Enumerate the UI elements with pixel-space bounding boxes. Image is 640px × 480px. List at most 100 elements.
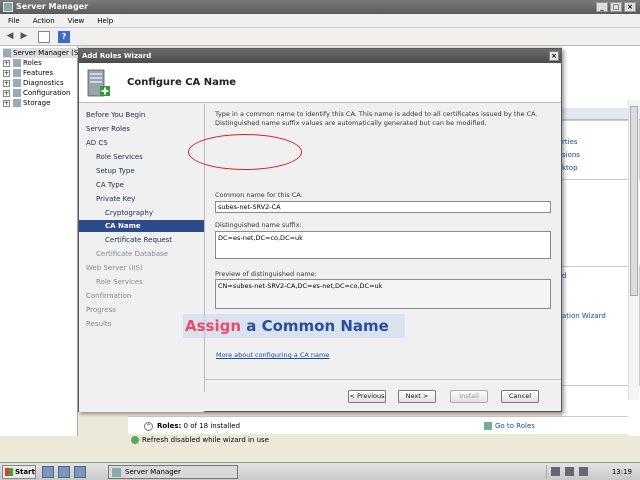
- nav-role-services[interactable]: Role Services: [96, 151, 143, 163]
- network-icon[interactable]: [551, 467, 560, 476]
- nav-ca-type[interactable]: CA Type: [96, 179, 124, 191]
- wizard-page-title: Configure CA Name: [127, 77, 237, 88]
- link-partial[interactable]: d: [562, 272, 566, 280]
- nav-setup-type[interactable]: Setup Type: [96, 165, 135, 177]
- maximize-button[interactable]: □: [610, 2, 622, 12]
- storage-icon: [13, 99, 21, 107]
- add-roles-wizard-dialog: Add Roles Wizard × Configure CA Name Bef…: [78, 48, 562, 412]
- quick-launch-explorer-icon[interactable]: [74, 466, 86, 478]
- wizard-title: Add Roles Wizard: [82, 52, 152, 60]
- nav-server-roles[interactable]: Server Roles: [86, 123, 130, 135]
- toolbar: ◀ ▶ ?: [0, 28, 640, 46]
- console-tree: Server Manager (S + Roles + Features + Diag…: [0, 46, 79, 436]
- nav-web-role-services: Role Services: [96, 278, 143, 286]
- dn-suffix-label: Distinguished name suffix:: [215, 221, 302, 229]
- nav-results: Results: [86, 320, 112, 328]
- system-tray: 13:19: [546, 465, 638, 479]
- quick-launch-server-manager-icon[interactable]: [42, 466, 54, 478]
- tree-item-roles[interactable]: + Roles: [3, 58, 42, 68]
- highlight-ellipse: [188, 134, 302, 170]
- nav-ca-name[interactable]: CA Name: [79, 220, 204, 232]
- menu-file[interactable]: File: [0, 14, 25, 25]
- roles-summary-bar: ⌃ Roles: 0 of 18 installed Go to Roles: [128, 416, 628, 434]
- caption-rest: a Common Name: [241, 317, 389, 335]
- forward-arrow-icon[interactable]: ▶: [18, 31, 30, 43]
- go-to-roles-icon: [484, 422, 492, 430]
- more-about-ca-name-link[interactable]: More about configuring a CA name: [216, 351, 329, 359]
- help-icon[interactable]: ?: [58, 31, 70, 43]
- features-icon: [13, 69, 21, 77]
- nav-certificate-database: Certificate Database: [96, 250, 168, 258]
- tree-item-features[interactable]: + Features: [3, 68, 53, 78]
- tutorial-caption: Assign a Common Name: [183, 314, 405, 338]
- go-to-roles-link[interactable]: Go to Roles: [484, 422, 535, 430]
- nav-certificate-request[interactable]: Certificate Request: [105, 234, 172, 246]
- link-properties[interactable]: rties: [562, 138, 578, 146]
- dn-suffix-input[interactable]: DC=es-net,DC=co,DC=uk: [215, 231, 551, 259]
- nav-before-you-begin[interactable]: Before You Begin: [86, 109, 145, 121]
- preview-label: Preview of distinguished name:: [215, 270, 317, 278]
- server-icon: [3, 49, 11, 57]
- refresh-icon: [131, 436, 139, 444]
- server-add-role-icon: [87, 69, 110, 97]
- nav-web-server: Web Server (IIS): [86, 264, 143, 272]
- taskbar: Start Server Manager 13:19: [0, 462, 640, 480]
- expand-icon[interactable]: +: [3, 79, 10, 87]
- diagnostics-icon: [13, 79, 21, 87]
- menu-bar: File Action View Help: [0, 14, 640, 28]
- nav-cryptography[interactable]: Cryptography: [105, 207, 153, 219]
- common-name-input[interactable]: subes-net-SRV2-CA: [215, 201, 551, 213]
- nav-ad-cs[interactable]: AD CS: [86, 137, 108, 149]
- action-center-icon[interactable]: [579, 467, 588, 476]
- expand-icon[interactable]: +: [3, 89, 10, 97]
- caption-word-assign: Assign: [185, 317, 242, 335]
- close-button[interactable]: ×: [624, 2, 636, 12]
- tree-item-diagnostics[interactable]: + Diagnostics: [3, 78, 64, 88]
- vertical-scrollbar[interactable]: [628, 100, 639, 400]
- expand-icon[interactable]: +: [3, 99, 10, 107]
- back-arrow-icon[interactable]: ◀: [4, 31, 16, 43]
- tree-item-server-manager[interactable]: Server Manager (S: [3, 48, 79, 58]
- roles-label: Roles:: [157, 422, 182, 430]
- menu-action[interactable]: Action: [25, 14, 60, 25]
- roles-summary: Roles: 0 of 18 installed: [157, 422, 240, 430]
- preview-field: CN=subes-net-SRV2-CA,DC=es-net,DC=co,DC=…: [215, 279, 551, 309]
- server-manager-titlebar: Server Manager _ □ ×: [0, 0, 640, 14]
- nav-confirmation: Confirmation: [86, 292, 132, 300]
- link-configuration-wizard[interactable]: ation Wizard: [562, 312, 606, 320]
- previous-button[interactable]: < Previous: [348, 390, 386, 403]
- nav-progress: Progress: [86, 306, 116, 314]
- wizard-header: Configure CA Name: [79, 63, 561, 103]
- volume-icon[interactable]: [565, 467, 574, 476]
- cancel-button[interactable]: Cancel: [501, 390, 539, 403]
- start-button[interactable]: Start: [2, 465, 36, 479]
- install-button: Install: [450, 390, 488, 403]
- link-sessions[interactable]: sions: [562, 151, 580, 159]
- tree-item-storage[interactable]: + Storage: [3, 98, 50, 108]
- intro-text: Type in a common name to identify this C…: [215, 110, 538, 127]
- roles-icon: [13, 59, 21, 67]
- server-manager-icon: [112, 468, 121, 477]
- expand-icon[interactable]: +: [3, 59, 10, 67]
- clock: 13:19: [611, 468, 632, 476]
- link-desktop[interactable]: ktop: [562, 164, 578, 172]
- tree-item-configuration[interactable]: + Configuration: [3, 88, 70, 98]
- status-bar: Refresh disabled while wizard in use: [128, 434, 628, 446]
- roles-count: 0 of 18 installed: [183, 422, 241, 430]
- expand-icon[interactable]: +: [3, 69, 10, 77]
- menu-view[interactable]: View: [60, 14, 90, 25]
- show-hide-tree-icon[interactable]: [38, 31, 50, 43]
- nav-private-key[interactable]: Private Key: [96, 193, 135, 205]
- wizard-close-button[interactable]: ×: [549, 51, 559, 61]
- scrollbar-thumb[interactable]: [630, 106, 638, 296]
- taskbar-server-manager[interactable]: Server Manager: [108, 465, 238, 479]
- configuration-icon: [13, 89, 21, 97]
- minimize-button[interactable]: _: [596, 2, 608, 12]
- window-title: Server Manager: [16, 2, 89, 11]
- next-button[interactable]: Next >: [398, 390, 436, 403]
- quick-launch-powershell-icon[interactable]: [58, 466, 70, 478]
- menu-help[interactable]: Help: [89, 14, 118, 25]
- collapse-icon[interactable]: ⌃: [144, 422, 153, 431]
- status-text: Refresh disabled while wizard in use: [142, 436, 269, 444]
- server-manager-icon: [3, 2, 13, 12]
